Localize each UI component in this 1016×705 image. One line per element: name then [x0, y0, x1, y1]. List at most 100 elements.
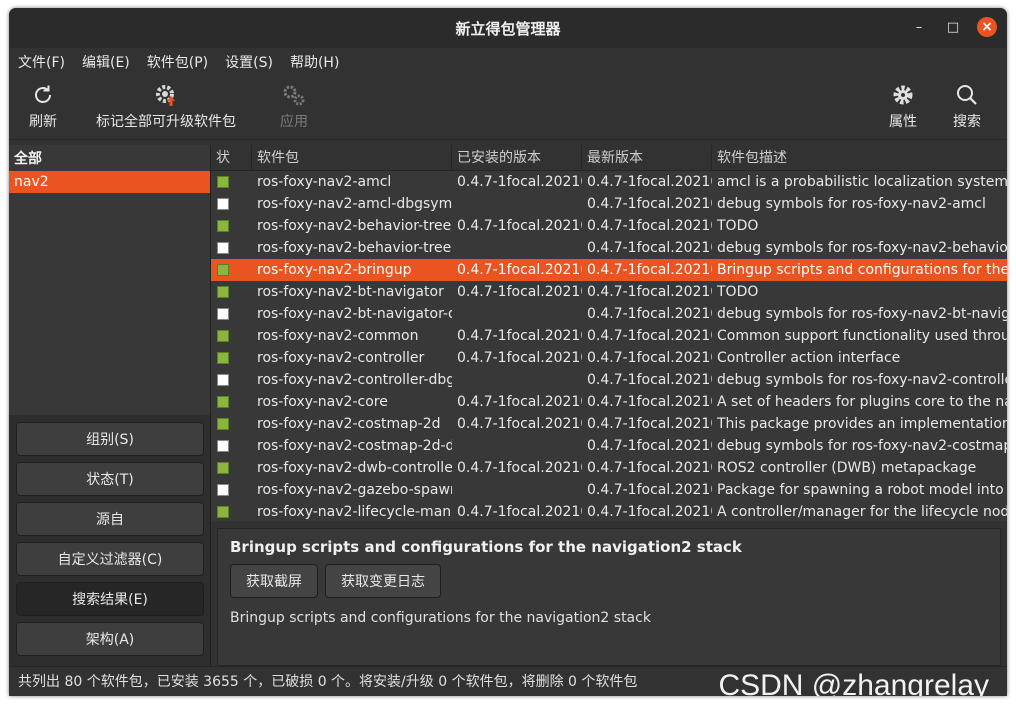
table-row[interactable]: ros-foxy-nav2-behavior-tree 0.4.7-1focal.… — [211, 215, 1007, 237]
installed-status-icon[interactable] — [217, 418, 229, 430]
origin-button[interactable]: 源自 — [16, 502, 204, 536]
menu-help[interactable]: 帮助(H) — [290, 52, 339, 72]
filter-buttons: 组别(S) 状态(T) 源自 自定义过滤器(C) 搜索结果(E) 架构(A) — [16, 422, 204, 662]
status-cell[interactable] — [211, 174, 252, 190]
not-installed-status-icon[interactable] — [217, 308, 229, 320]
gear-upgrade-icon — [153, 80, 179, 110]
installed-status-icon[interactable] — [217, 286, 229, 298]
latest-version-cell: 0.4.7-1focal.20210 — [587, 240, 712, 256]
refresh-button[interactable]: 刷新 — [29, 80, 57, 131]
description-cell: Common support functionality used throug… — [717, 328, 1007, 344]
status-cell[interactable] — [211, 306, 252, 322]
maximize-icon[interactable]: □ — [943, 17, 963, 37]
apply-label: 应用 — [280, 114, 308, 130]
installed-status-icon[interactable] — [217, 176, 229, 188]
installed-status-icon[interactable] — [217, 462, 229, 474]
window-title: 新立得包管理器 — [455, 19, 561, 38]
column-description[interactable]: 软件包描述 — [712, 145, 1007, 171]
package-name-cell: ros-foxy-nav2-costmap-2d — [257, 416, 441, 432]
installed-version-cell: 0.4.7-1focal.20210 — [457, 218, 582, 234]
table-row[interactable]: ros-foxy-nav2-bt-navigator 0.4.7-1focal.2… — [211, 281, 1007, 303]
installed-status-icon[interactable] — [217, 396, 229, 408]
status-cell[interactable] — [211, 482, 252, 498]
column-latest-version[interactable]: 最新版本 — [582, 145, 712, 171]
custom-filters-button[interactable]: 自定义过滤器(C) — [16, 542, 204, 576]
table-row[interactable]: ros-foxy-nav2-amcl 0.4.7-1focal.20210 0.4.… — [211, 171, 1007, 193]
status-cell[interactable] — [211, 262, 252, 278]
package-name-cell: ros-foxy-nav2-lifecycle-manag — [257, 504, 452, 520]
table-row[interactable]: ros-foxy-nav2-common 0.4.7-1focal.20210 0.… — [211, 325, 1007, 347]
status-cell[interactable] — [211, 438, 252, 454]
table-row[interactable]: ros-foxy-nav2-core 0.4.7-1focal.20210 0.4.… — [211, 391, 1007, 413]
table-row[interactable]: ros-foxy-nav2-costmap-2d 0.4.7-1focal.202… — [211, 413, 1007, 435]
installed-version-cell: 0.4.7-1focal.20210 — [457, 350, 582, 366]
close-icon[interactable]: × — [977, 17, 997, 37]
status-cell[interactable] — [211, 372, 252, 388]
status-button[interactable]: 状态(T) — [16, 462, 204, 496]
table-row[interactable]: ros-foxy-nav2-dwb-controller 0.4.7-1focal… — [211, 457, 1007, 479]
latest-version-cell: 0.4.7-1focal.20210 — [587, 394, 712, 410]
table-body: ros-foxy-nav2-amcl 0.4.7-1focal.20210 0.4.… — [211, 171, 1007, 521]
menu-file[interactable]: 文件(F) — [18, 52, 65, 72]
mark-all-upgrades-button[interactable]: 标记全部可升级软件包 — [96, 80, 236, 131]
column-status[interactable]: 状 — [211, 145, 252, 171]
column-package[interactable]: 软件包 — [252, 145, 452, 171]
watermark-text: CSDN @zhangrelay — [718, 669, 989, 696]
section-item-nav2[interactable]: nav2 — [9, 171, 210, 193]
properties-button[interactable]: 属性 — [889, 80, 917, 131]
column-installed-version[interactable]: 已安装的版本 — [452, 145, 582, 171]
installed-status-icon[interactable] — [217, 264, 229, 276]
table-row[interactable]: ros-foxy-nav2-controller 0.4.7-1focal.202… — [211, 347, 1007, 369]
status-cell[interactable] — [211, 328, 252, 344]
architecture-button[interactable]: 架构(A) — [16, 622, 204, 656]
not-installed-status-icon[interactable] — [217, 484, 229, 496]
title-bar[interactable]: 新立得包管理器 – □ × — [9, 8, 1007, 48]
status-cell[interactable] — [211, 460, 252, 476]
status-cell[interactable] — [211, 240, 252, 256]
table-row[interactable]: ros-foxy-nav2-amcl-dbgsym 0.4.7-1focal.20… — [211, 193, 1007, 215]
refresh-label: 刷新 — [29, 114, 57, 130]
installed-status-icon[interactable] — [217, 352, 229, 364]
menu-edit[interactable]: 编辑(E) — [82, 52, 130, 72]
description-cell: amcl is a probabilistic localization sys… — [717, 174, 1007, 190]
minimize-icon[interactable]: – — [909, 17, 929, 37]
status-cell[interactable] — [211, 284, 252, 300]
table-row[interactable]: ros-foxy-nav2-lifecycle-manag 0.4.7-1foca… — [211, 501, 1007, 521]
status-cell[interactable] — [211, 196, 252, 212]
status-cell[interactable] — [211, 416, 252, 432]
get-screenshot-button[interactable]: 获取截屏 — [230, 564, 318, 598]
search-results-button[interactable]: 搜索结果(E) — [16, 582, 204, 616]
package-name-cell: ros-foxy-nav2-dwb-controller — [257, 460, 452, 476]
table-row[interactable]: ros-foxy-nav2-behavior-tree-d 0.4.7-1foca… — [211, 237, 1007, 259]
installed-version-cell: 0.4.7-1focal.20210 — [457, 262, 582, 278]
get-changelog-button[interactable]: 获取变更日志 — [325, 564, 441, 598]
gear-icon — [891, 80, 915, 110]
menu-package[interactable]: 软件包(P) — [147, 52, 208, 72]
not-installed-status-icon[interactable] — [217, 440, 229, 452]
table-row[interactable]: ros-foxy-nav2-gazebo-spawne 0.4.7-1focal.… — [211, 479, 1007, 501]
table-row[interactable]: ros-foxy-nav2-costmap-2d-db 0.4.7-1focal.… — [211, 435, 1007, 457]
status-cell[interactable] — [211, 504, 252, 520]
installed-status-icon[interactable] — [217, 506, 229, 518]
section-list-header[interactable]: 全部 — [9, 145, 210, 171]
not-installed-status-icon[interactable] — [217, 242, 229, 254]
search-button[interactable]: 搜索 — [953, 80, 981, 131]
not-installed-status-icon[interactable] — [217, 198, 229, 210]
status-cell[interactable] — [211, 350, 252, 366]
table-row[interactable]: ros-foxy-nav2-controller-dbgs 0.4.7-1foca… — [211, 369, 1007, 391]
sections-button[interactable]: 组别(S) — [16, 422, 204, 456]
apply-button[interactable]: 应用 — [280, 80, 308, 131]
table-row[interactable]: ros-foxy-nav2-bt-navigator-db 0.4.7-1foca… — [211, 303, 1007, 325]
package-name-cell: ros-foxy-nav2-behavior-tree — [257, 218, 452, 234]
menu-settings[interactable]: 设置(S) — [225, 52, 273, 72]
installed-status-icon[interactable] — [217, 220, 229, 232]
main-pane: 状 软件包 已安装的版本 最新版本 软件包描述 ros-foxy-nav2-am… — [211, 145, 1007, 666]
description-cell: TODO — [717, 284, 759, 300]
status-cell[interactable] — [211, 394, 252, 410]
installed-status-icon[interactable] — [217, 330, 229, 342]
not-installed-status-icon[interactable] — [217, 374, 229, 386]
table-row[interactable]: ros-foxy-nav2-bringup 0.4.7-1focal.20210 0… — [211, 259, 1007, 281]
status-cell[interactable] — [211, 218, 252, 234]
latest-version-cell: 0.4.7-1focal.20210 — [587, 262, 712, 278]
latest-version-cell: 0.4.7-1focal.20210 — [587, 218, 712, 234]
